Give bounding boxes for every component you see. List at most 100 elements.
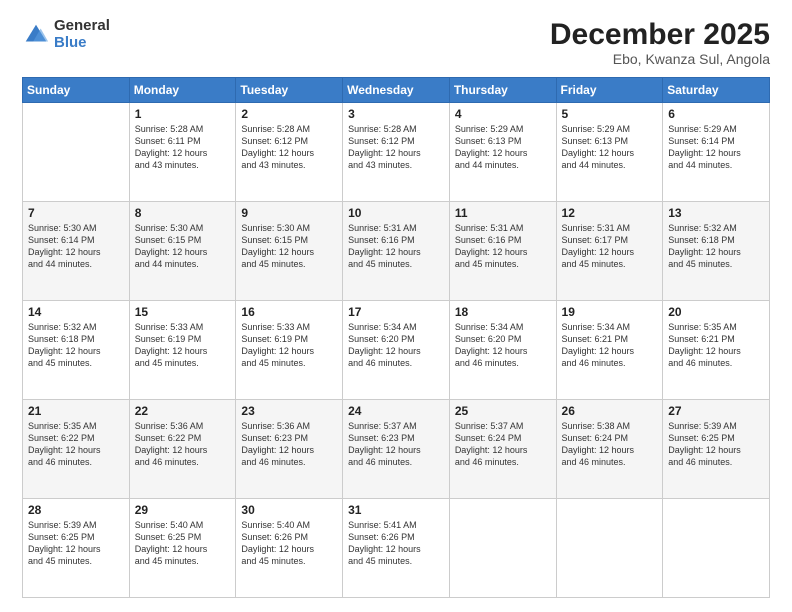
day-number: 17	[348, 305, 444, 319]
table-row: 19Sunrise: 5:34 AM Sunset: 6:21 PM Dayli…	[556, 301, 663, 400]
logo-icon	[22, 21, 50, 49]
day-info: Sunrise: 5:33 AM Sunset: 6:19 PM Dayligh…	[241, 321, 337, 370]
calendar-week-row: 7Sunrise: 5:30 AM Sunset: 6:14 PM Daylig…	[23, 202, 770, 301]
header-monday: Monday	[129, 78, 236, 103]
logo-blue-text: Blue	[54, 35, 110, 52]
day-number: 29	[135, 503, 231, 517]
table-row	[23, 103, 130, 202]
day-number: 14	[28, 305, 124, 319]
logo-text: General Blue	[54, 18, 110, 51]
calendar-table: Sunday Monday Tuesday Wednesday Thursday…	[22, 77, 770, 598]
day-number: 26	[562, 404, 658, 418]
table-row: 8 Sunrise: 5:30 AM Sunset: 6:15 PM Daylig…	[129, 202, 236, 301]
day-info: Sunrise: 5:31 AM Sunset: 6:17 PM Dayligh…	[562, 222, 658, 271]
table-row: 29 Sunrise: 5:40 AM Sunset: 6:25 PM Dayli…	[129, 499, 236, 598]
table-row: 23 Sunrise: 5:36 AM Sunset: 6:23 PM Dayli…	[236, 400, 343, 499]
day-number: 16	[241, 305, 337, 319]
table-row: 22 Sunrise: 5:36 AM Sunset: 6:22 PM Dayli…	[129, 400, 236, 499]
day-number: 22	[135, 404, 231, 418]
table-row: 25Sunrise: 5:37 AM Sunset: 6:24 PM Dayli…	[449, 400, 556, 499]
table-row: 6Sunrise: 5:29 AM Sunset: 6:14 PM Daylig…	[663, 103, 770, 202]
header-wednesday: Wednesday	[343, 78, 450, 103]
day-number: 28	[28, 503, 124, 517]
day-info: Sunrise: 5:32 AM Sunset: 6:18 PM Dayligh…	[28, 321, 124, 370]
day-number: 24	[348, 404, 444, 418]
day-info: Sunrise: 5:35 AM Sunset: 6:21 PM Dayligh…	[668, 321, 764, 370]
table-row: 3 Sunrise: 5:28 AM Sunset: 6:12 PM Daylig…	[343, 103, 450, 202]
table-row: 20 Sunrise: 5:35 AM Sunset: 6:21 PM Dayli…	[663, 301, 770, 400]
table-row: 26 Sunrise: 5:38 AM Sunset: 6:24 PM Dayli…	[556, 400, 663, 499]
table-row: 1Sunrise: 5:28 AM Sunset: 6:11 PM Daylig…	[129, 103, 236, 202]
calendar-subtitle: Ebo, Kwanza Sul, Angola	[550, 51, 770, 67]
day-number: 15	[135, 305, 231, 319]
day-number: 4	[455, 107, 551, 121]
day-number: 10	[348, 206, 444, 220]
day-number: 18	[455, 305, 551, 319]
day-info: Sunrise: 5:38 AM Sunset: 6:24 PM Dayligh…	[562, 420, 658, 469]
table-row: 9 Sunrise: 5:30 AM Sunset: 6:15 PM Daylig…	[236, 202, 343, 301]
table-row: 18 Sunrise: 5:34 AM Sunset: 6:20 PM Dayli…	[449, 301, 556, 400]
table-row	[449, 499, 556, 598]
table-row: 2Sunrise: 5:28 AM Sunset: 6:12 PM Daylig…	[236, 103, 343, 202]
header-sunday: Sunday	[23, 78, 130, 103]
day-number: 11	[455, 206, 551, 220]
day-info: Sunrise: 5:33 AM Sunset: 6:19 PM Dayligh…	[135, 321, 231, 370]
calendar-week-row: 28Sunrise: 5:39 AM Sunset: 6:25 PM Dayli…	[23, 499, 770, 598]
day-info: Sunrise: 5:39 AM Sunset: 6:25 PM Dayligh…	[668, 420, 764, 469]
weekday-header-row: Sunday Monday Tuesday Wednesday Thursday…	[23, 78, 770, 103]
table-row: 4 Sunrise: 5:29 AM Sunset: 6:13 PM Daylig…	[449, 103, 556, 202]
table-row: 28Sunrise: 5:39 AM Sunset: 6:25 PM Dayli…	[23, 499, 130, 598]
header-friday: Friday	[556, 78, 663, 103]
day-info: Sunrise: 5:34 AM Sunset: 6:20 PM Dayligh…	[455, 321, 551, 370]
day-number: 1	[135, 107, 231, 121]
day-number: 5	[562, 107, 658, 121]
day-number: 9	[241, 206, 337, 220]
table-row: 15 Sunrise: 5:33 AM Sunset: 6:19 PM Dayli…	[129, 301, 236, 400]
table-row: 7Sunrise: 5:30 AM Sunset: 6:14 PM Daylig…	[23, 202, 130, 301]
day-info: Sunrise: 5:30 AM Sunset: 6:15 PM Dayligh…	[241, 222, 337, 271]
day-number: 23	[241, 404, 337, 418]
day-number: 31	[348, 503, 444, 517]
day-number: 25	[455, 404, 551, 418]
day-info: Sunrise: 5:28 AM Sunset: 6:12 PM Dayligh…	[241, 123, 337, 172]
day-info: Sunrise: 5:29 AM Sunset: 6:13 PM Dayligh…	[562, 123, 658, 172]
day-info: Sunrise: 5:40 AM Sunset: 6:26 PM Dayligh…	[241, 519, 337, 568]
header-tuesday: Tuesday	[236, 78, 343, 103]
logo: General Blue	[22, 18, 110, 51]
day-info: Sunrise: 5:30 AM Sunset: 6:15 PM Dayligh…	[135, 222, 231, 271]
day-number: 12	[562, 206, 658, 220]
table-row: 14 Sunrise: 5:32 AM Sunset: 6:18 PM Dayli…	[23, 301, 130, 400]
calendar-title: December 2025	[550, 18, 770, 51]
day-number: 19	[562, 305, 658, 319]
day-number: 30	[241, 503, 337, 517]
day-number: 27	[668, 404, 764, 418]
table-row: 21Sunrise: 5:35 AM Sunset: 6:22 PM Dayli…	[23, 400, 130, 499]
day-number: 3	[348, 107, 444, 121]
table-row: 12 Sunrise: 5:31 AM Sunset: 6:17 PM Dayli…	[556, 202, 663, 301]
table-row: 5 Sunrise: 5:29 AM Sunset: 6:13 PM Daylig…	[556, 103, 663, 202]
table-row	[663, 499, 770, 598]
table-row: 10 Sunrise: 5:31 AM Sunset: 6:16 PM Dayli…	[343, 202, 450, 301]
day-number: 8	[135, 206, 231, 220]
calendar-week-row: 14 Sunrise: 5:32 AM Sunset: 6:18 PM Dayli…	[23, 301, 770, 400]
day-info: Sunrise: 5:29 AM Sunset: 6:13 PM Dayligh…	[455, 123, 551, 172]
table-row: 30 Sunrise: 5:40 AM Sunset: 6:26 PM Dayli…	[236, 499, 343, 598]
table-row: 24Sunrise: 5:37 AM Sunset: 6:23 PM Dayli…	[343, 400, 450, 499]
table-row	[556, 499, 663, 598]
day-number: 6	[668, 107, 764, 121]
header-thursday: Thursday	[449, 78, 556, 103]
table-row: 11Sunrise: 5:31 AM Sunset: 6:16 PM Dayli…	[449, 202, 556, 301]
day-info: Sunrise: 5:31 AM Sunset: 6:16 PM Dayligh…	[348, 222, 444, 271]
calendar-week-row: 1Sunrise: 5:28 AM Sunset: 6:11 PM Daylig…	[23, 103, 770, 202]
day-number: 20	[668, 305, 764, 319]
table-row: 27 Sunrise: 5:39 AM Sunset: 6:25 PM Dayli…	[663, 400, 770, 499]
day-number: 21	[28, 404, 124, 418]
table-row: 31Sunrise: 5:41 AM Sunset: 6:26 PM Dayli…	[343, 499, 450, 598]
table-row: 13Sunrise: 5:32 AM Sunset: 6:18 PM Dayli…	[663, 202, 770, 301]
day-info: Sunrise: 5:28 AM Sunset: 6:12 PM Dayligh…	[348, 123, 444, 172]
calendar-week-row: 21Sunrise: 5:35 AM Sunset: 6:22 PM Dayli…	[23, 400, 770, 499]
day-info: Sunrise: 5:36 AM Sunset: 6:22 PM Dayligh…	[135, 420, 231, 469]
table-row: 16 Sunrise: 5:33 AM Sunset: 6:19 PM Dayli…	[236, 301, 343, 400]
day-info: Sunrise: 5:36 AM Sunset: 6:23 PM Dayligh…	[241, 420, 337, 469]
day-info: Sunrise: 5:40 AM Sunset: 6:25 PM Dayligh…	[135, 519, 231, 568]
